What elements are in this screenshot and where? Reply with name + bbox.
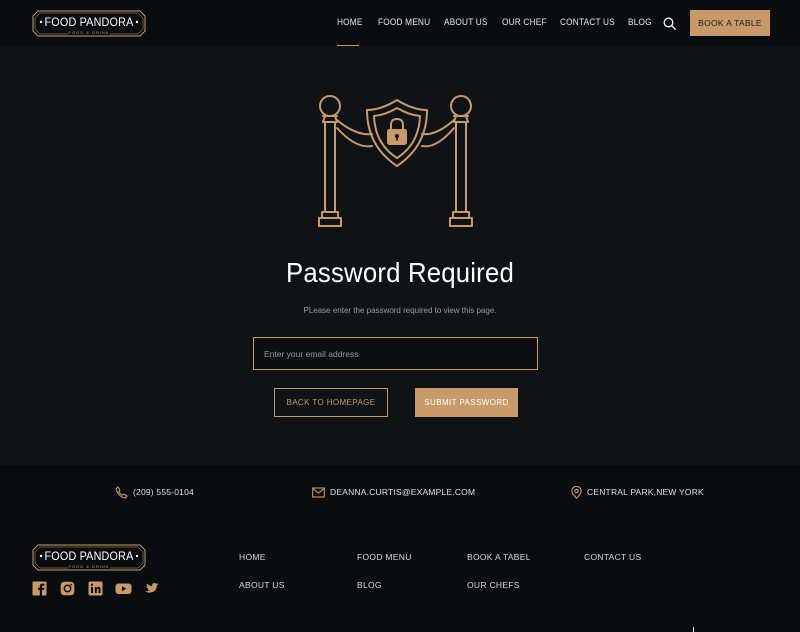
footer-link-food-menu[interactable]: FOOD MENU	[357, 552, 412, 562]
nav-item-about-us[interactable]: ABOUT US	[444, 17, 488, 27]
nav-item-food-menu[interactable]: FOOD MENU	[378, 17, 430, 27]
footer-phone[interactable]: (209) 555-0104	[115, 485, 194, 499]
submit-password-button[interactable]: SUBMIT PASSWORD	[415, 388, 518, 417]
site-header: FOOD PANDORA FOOD & DRINK HOME FOOD MENU…	[0, 0, 800, 46]
back-to-homepage-button[interactable]: BACK TO HOMEPAGE	[274, 388, 388, 417]
footer-address[interactable]: CENTRAL PARK,NEW YORK	[571, 485, 704, 499]
mail-icon	[312, 486, 325, 498]
twitter-icon[interactable]	[144, 581, 159, 596]
footer-link-blog[interactable]: BLOG	[357, 580, 382, 590]
phone-text: (209) 555-0104	[133, 487, 194, 497]
nav-item-our-chef[interactable]: OUR CHEF	[502, 17, 547, 27]
nav-item-blog[interactable]: BLOG	[628, 17, 652, 27]
email-text: DEANNA.CURTIS@EXAMPLE.COM	[330, 487, 476, 497]
footer-brand-tagline: FOOD & DRINK	[68, 564, 110, 569]
location-pin-icon	[571, 485, 582, 499]
active-nav-indicator	[337, 45, 359, 46]
nav-item-contact-us[interactable]: CONTACT US	[560, 17, 615, 27]
page-title: Password Required	[286, 257, 514, 288]
text-cursor-mark	[693, 627, 694, 632]
footer-link-contact-us[interactable]: CONTACT US	[584, 552, 641, 562]
footer-link-home[interactable]: HOME	[239, 552, 266, 562]
book-a-table-button[interactable]: BOOK A TABLE	[690, 10, 770, 36]
footer-email[interactable]: DEANNA.CURTIS@EXAMPLE.COM	[312, 485, 475, 499]
search-icon[interactable]	[663, 17, 676, 30]
footer-brand-name: FOOD PANDORA	[44, 549, 134, 563]
nav-item-home[interactable]: HOME	[337, 17, 363, 27]
main-nav: HOME FOOD MENU ABOUT US OUR CHEF CONTACT…	[0, 17, 800, 31]
password-protected-rope-barrier-icon	[316, 94, 478, 230]
footer-link-about-us[interactable]: ABOUT US	[239, 580, 285, 590]
footer-link-book-a-table[interactable]: BOOK A TABEL	[467, 552, 531, 562]
email-input[interactable]	[253, 337, 538, 370]
linkedin-icon[interactable]	[88, 581, 103, 596]
footer-link-our-chefs[interactable]: OUR CHEFS	[467, 580, 520, 590]
phone-icon	[115, 485, 128, 499]
facebook-icon[interactable]	[32, 581, 47, 596]
youtube-icon[interactable]	[115, 581, 132, 596]
page-subtitle: PLease enter the password required to vi…	[303, 306, 497, 315]
address-text: CENTRAL PARK,NEW YORK	[587, 487, 704, 497]
instagram-icon[interactable]	[60, 581, 75, 596]
footer-brand-logo[interactable]: FOOD PANDORA FOOD & DRINK	[32, 544, 146, 571]
